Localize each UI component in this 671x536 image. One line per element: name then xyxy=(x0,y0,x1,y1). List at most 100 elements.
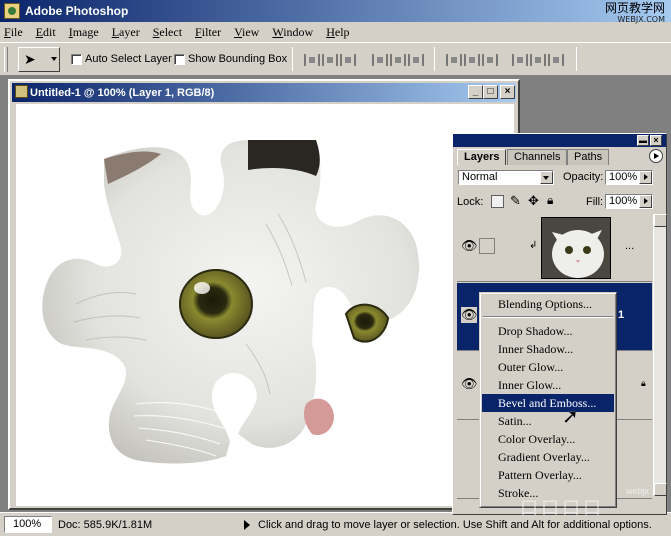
document-title: Untitled-1 @ 100% (Layer 1, RGB/8) xyxy=(30,86,215,99)
move-tool-icon: ➤ xyxy=(24,51,36,67)
visibility-eye-icon[interactable]: 👁︎ xyxy=(461,238,478,254)
tab-channels[interactable]: Channels xyxy=(507,149,568,165)
show-bounding-box-checkbox[interactable] xyxy=(174,54,185,65)
lock-icon: 🔒︎ xyxy=(641,378,646,388)
maximize-button[interactable]: □ xyxy=(483,85,498,99)
menu-item-bevel-and-emboss[interactable]: Bevel and Emboss... xyxy=(482,394,614,412)
menu-select[interactable]: Select xyxy=(153,25,182,40)
palette-close-button[interactable]: × xyxy=(650,135,662,146)
palette-menu-button[interactable] xyxy=(649,149,663,163)
tool-preset-picker[interactable]: ➤ xyxy=(18,47,60,72)
visibility-eye-icon[interactable]: 👁︎ xyxy=(461,376,478,392)
palette-minimize-button[interactable]: ▬ xyxy=(637,135,649,146)
document-window: Untitled-1 @ 100% (Layer 1, RGB/8) _ □ × xyxy=(8,79,520,510)
close-button[interactable]: × xyxy=(500,85,515,99)
align-left-icon[interactable] xyxy=(372,54,388,66)
layer-number: 1 xyxy=(618,309,625,321)
separator xyxy=(292,47,293,71)
menu-layer[interactable]: Layer xyxy=(112,25,140,40)
lock-transparency-icon[interactable] xyxy=(491,195,504,208)
lock-paint-icon[interactable]: ✎ xyxy=(510,193,521,209)
menu-item-gradient-overlay[interactable]: Gradient Overlay... xyxy=(482,448,614,466)
menu-window[interactable]: Window xyxy=(272,25,313,40)
document-title-bar[interactable]: Untitled-1 @ 100% (Layer 1, RGB/8) _ □ × xyxy=(12,83,516,102)
palette-title-bar[interactable]: ▬ × xyxy=(453,134,666,147)
distribute-right-icon[interactable] xyxy=(548,54,564,66)
puzzle-cat-artwork xyxy=(42,140,420,464)
chevron-right-icon xyxy=(639,171,652,184)
visibility-eye-icon[interactable]: 👁︎ xyxy=(461,307,478,323)
layer-style-context-menu: Blending Options... Drop Shadow... Inner… xyxy=(479,292,617,508)
menu-item-pattern-overlay[interactable]: Pattern Overlay... xyxy=(482,466,614,484)
align-top-icon[interactable] xyxy=(304,54,320,66)
layer-extra: ... xyxy=(625,240,635,252)
fill-label: Fill: xyxy=(586,196,604,208)
distribute-vcenter-icon[interactable] xyxy=(464,54,480,66)
layer-row-photo[interactable]: 👁︎ ↲ ... xyxy=(457,214,652,282)
menu-item-drop-shadow[interactable]: Drop Shadow... xyxy=(482,322,614,340)
align-hcenter-icon[interactable] xyxy=(390,54,406,66)
photoshop-app-icon xyxy=(4,3,20,19)
menu-view[interactable]: View xyxy=(234,25,259,40)
clipping-arrow-icon: ↲ xyxy=(529,240,538,251)
menu-image[interactable]: Image xyxy=(69,25,99,40)
menu-item-inner-shadow[interactable]: Inner Shadow... xyxy=(482,340,614,358)
menu-file[interactable]: File xyxy=(4,25,23,40)
distribute-left-icon[interactable] xyxy=(512,54,528,66)
chevron-down-icon xyxy=(51,57,57,61)
menu-item-satin[interactable]: Satin... xyxy=(482,412,614,430)
watermark-bottom: 口口口口 xyxy=(520,498,604,518)
distribute-top-icon[interactable] xyxy=(446,54,462,66)
lock-label: Lock: xyxy=(457,196,484,208)
blend-mode-value: Normal xyxy=(462,171,498,183)
distribute-bottom-icon[interactable] xyxy=(482,54,498,66)
align-bottom-icon[interactable] xyxy=(340,54,356,66)
align-vcenter-icon[interactable] xyxy=(322,54,338,66)
menu-edit[interactable]: Edit xyxy=(36,25,56,40)
auto-select-layer-checkbox[interactable] xyxy=(71,54,82,65)
opacity-field[interactable]: 100% xyxy=(605,170,653,185)
tab-layers[interactable]: Layers xyxy=(457,149,507,165)
menu-item-color-overlay[interactable]: Color Overlay... xyxy=(482,430,614,448)
fill-field[interactable]: 100% xyxy=(605,194,653,209)
chevron-down-icon xyxy=(540,171,553,184)
menu-item-inner-glow[interactable]: Inner Glow... xyxy=(482,376,614,394)
opacity-label: Opacity: xyxy=(563,171,604,183)
menu-item-blending-options[interactable]: Blending Options... xyxy=(482,295,614,313)
tab-paths[interactable]: Paths xyxy=(567,149,610,165)
chevron-right-icon xyxy=(639,195,652,208)
layers-scrollbar[interactable] xyxy=(653,214,667,496)
app-title-bar[interactable]: Adobe Photoshop xyxy=(0,0,671,22)
play-arrow-icon xyxy=(654,153,659,159)
watermark-text: 网页教学网 xyxy=(604,1,665,15)
menu-filter[interactable]: Filter xyxy=(195,25,221,40)
menu-item-outer-glow[interactable]: Outer Glow... xyxy=(482,358,614,376)
status-menu-arrow-icon[interactable] xyxy=(244,519,250,530)
distribute-hcenter-icon[interactable] xyxy=(530,54,546,66)
menu-bar: File Edit Image Layer Select Filter View… xyxy=(0,22,671,42)
zoom-field[interactable]: 100% xyxy=(4,516,52,533)
menu-help[interactable]: Help xyxy=(326,25,349,40)
eye-highlight xyxy=(194,282,210,294)
separator xyxy=(434,47,435,71)
document-size: Doc: 585.9K/1.81M xyxy=(58,518,153,531)
image-canvas[interactable] xyxy=(16,104,514,506)
minimize-button[interactable]: _ xyxy=(468,85,483,99)
menu-separator xyxy=(483,316,613,318)
lock-move-icon[interactable]: ✥ xyxy=(528,193,539,209)
fill-value: 100% xyxy=(609,195,638,207)
mouse-cursor-icon: ➚ xyxy=(562,406,579,428)
scroll-down-button[interactable] xyxy=(654,483,667,496)
status-hint: Click and drag to move layer or selectio… xyxy=(258,518,652,531)
document-icon xyxy=(15,85,28,98)
align-right-icon[interactable] xyxy=(408,54,424,66)
cat-eye-right xyxy=(344,303,390,343)
cat-thumbnail xyxy=(542,218,610,278)
link-box[interactable] xyxy=(479,238,495,254)
options-bar: ➤ Auto Select Layer Show Bounding Box xyxy=(0,42,671,76)
scroll-up-button[interactable] xyxy=(654,214,667,227)
lock-all-icon[interactable]: 🔒︎ xyxy=(547,193,553,208)
options-grip[interactable] xyxy=(4,47,8,72)
blend-mode-select[interactable]: Normal xyxy=(458,170,554,185)
cat-eye-left xyxy=(179,269,253,339)
